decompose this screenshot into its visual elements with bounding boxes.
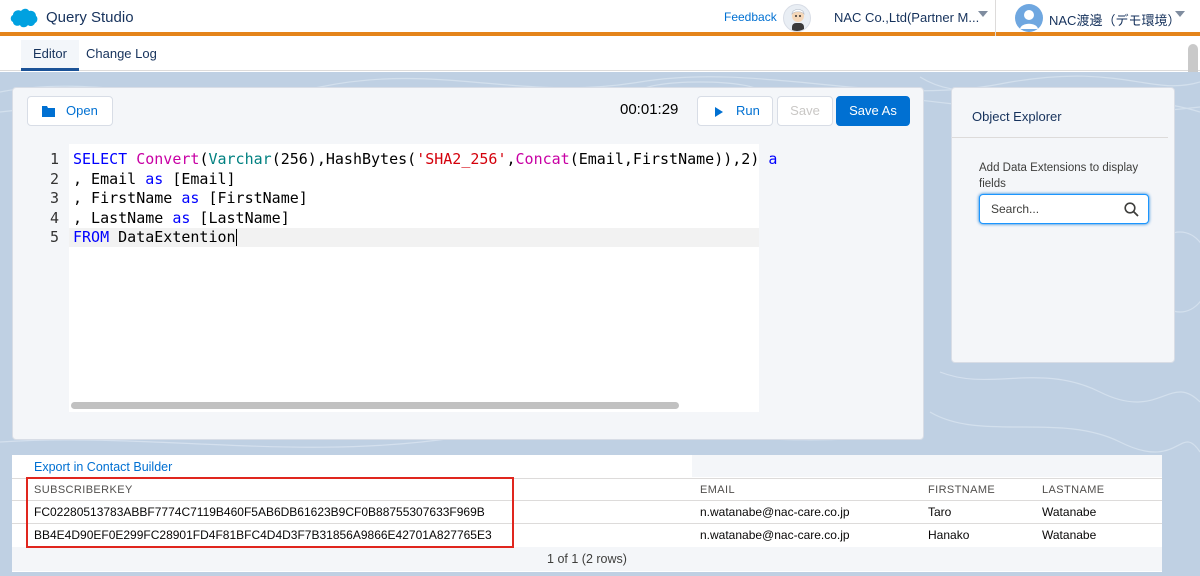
- column-header-lastname[interactable]: LASTNAME: [1042, 484, 1105, 496]
- cell-email: n.watanabe@nac-care.co.jp: [700, 505, 850, 519]
- code-line: , Email as [Email]: [73, 169, 236, 188]
- line-number: 1: [49, 150, 59, 168]
- line-number-gutter: 1 2 3 4 5: [13, 144, 69, 412]
- code-line: , FirstName as [FirstName]: [73, 189, 308, 207]
- salesforce-cloud-icon: [10, 8, 38, 28]
- annotation-highlight-box: [26, 477, 514, 548]
- query-editor-panel: Open 00:01:29 Run Save Save As 1 2 3 4 5…: [12, 87, 924, 440]
- cell-firstname: Taro: [928, 505, 952, 519]
- code-line: SELECT Convert(Varchar(256),HashBytes('S…: [73, 150, 778, 168]
- column-header-email[interactable]: EMAIL: [700, 484, 735, 496]
- code-line: FROM DataExtention: [73, 228, 237, 246]
- query-timer: 00:01:29: [620, 101, 679, 118]
- horizontal-scrollbar[interactable]: [71, 402, 679, 409]
- line-number: 2: [49, 169, 59, 188]
- save-button[interactable]: Save: [777, 96, 833, 126]
- run-button[interactable]: Run: [697, 96, 773, 126]
- object-explorer-hint: Add Data Extensions to display fields: [979, 162, 1139, 190]
- open-button[interactable]: Open: [27, 96, 113, 126]
- run-label: Run: [736, 103, 760, 118]
- cell-lastname: Watanabe: [1042, 528, 1097, 542]
- user-name[interactable]: NAC渡邊（デモ環境）: [1049, 10, 1180, 29]
- feedback-link[interactable]: Feedback: [724, 10, 777, 24]
- results-toolbar: [692, 455, 1162, 477]
- user-avatar-icon[interactable]: [1015, 4, 1043, 32]
- line-number: 5: [49, 228, 59, 246]
- chevron-down-icon[interactable]: [978, 11, 988, 17]
- divider: [952, 137, 1168, 138]
- search-icon[interactable]: [1124, 202, 1139, 217]
- tab-editor[interactable]: Editor: [21, 40, 79, 71]
- object-explorer-panel: Object Explorer Add Data Extensions to d…: [951, 87, 1175, 363]
- line-number: 3: [49, 189, 59, 207]
- folder-icon: [42, 106, 55, 117]
- play-icon: [715, 107, 723, 117]
- sql-code-editor[interactable]: 1 2 3 4 5 SELECT Convert(Varchar(256),Ha…: [13, 144, 777, 412]
- app-title: Query Studio: [46, 9, 134, 26]
- tab-bar: Editor Change Log: [0, 40, 1200, 71]
- open-label: Open: [66, 103, 98, 118]
- tab-change-log[interactable]: Change Log: [74, 40, 169, 71]
- cell-email: n.watanabe@nac-care.co.jp: [700, 528, 850, 542]
- search-placeholder: Search...: [991, 202, 1040, 216]
- code-line: , LastName as [LastName]: [73, 208, 290, 227]
- pagination-status: 1 of 1 (2 rows): [12, 547, 1162, 571]
- text-cursor: [235, 229, 237, 246]
- astro-avatar-icon[interactable]: [783, 4, 811, 32]
- data-extension-search-input[interactable]: Search...: [979, 194, 1149, 224]
- divider: [995, 0, 996, 36]
- cell-lastname: Watanabe: [1042, 505, 1097, 519]
- chevron-down-icon[interactable]: [1175, 11, 1185, 17]
- object-explorer-title: Object Explorer: [972, 109, 1062, 124]
- org-switcher-label[interactable]: NAC Co.,Ltd(Partner M...: [834, 10, 979, 25]
- line-number: 4: [49, 208, 59, 227]
- app-header: Query Studio Feedback NAC Co.,Ltd(Partne…: [0, 0, 1200, 36]
- export-contact-builder-link[interactable]: Export in Contact Builder: [34, 460, 172, 474]
- column-header-firstname[interactable]: FIRSTNAME: [928, 484, 995, 496]
- cell-firstname: Hanako: [928, 528, 970, 542]
- save-as-button[interactable]: Save As: [836, 96, 910, 126]
